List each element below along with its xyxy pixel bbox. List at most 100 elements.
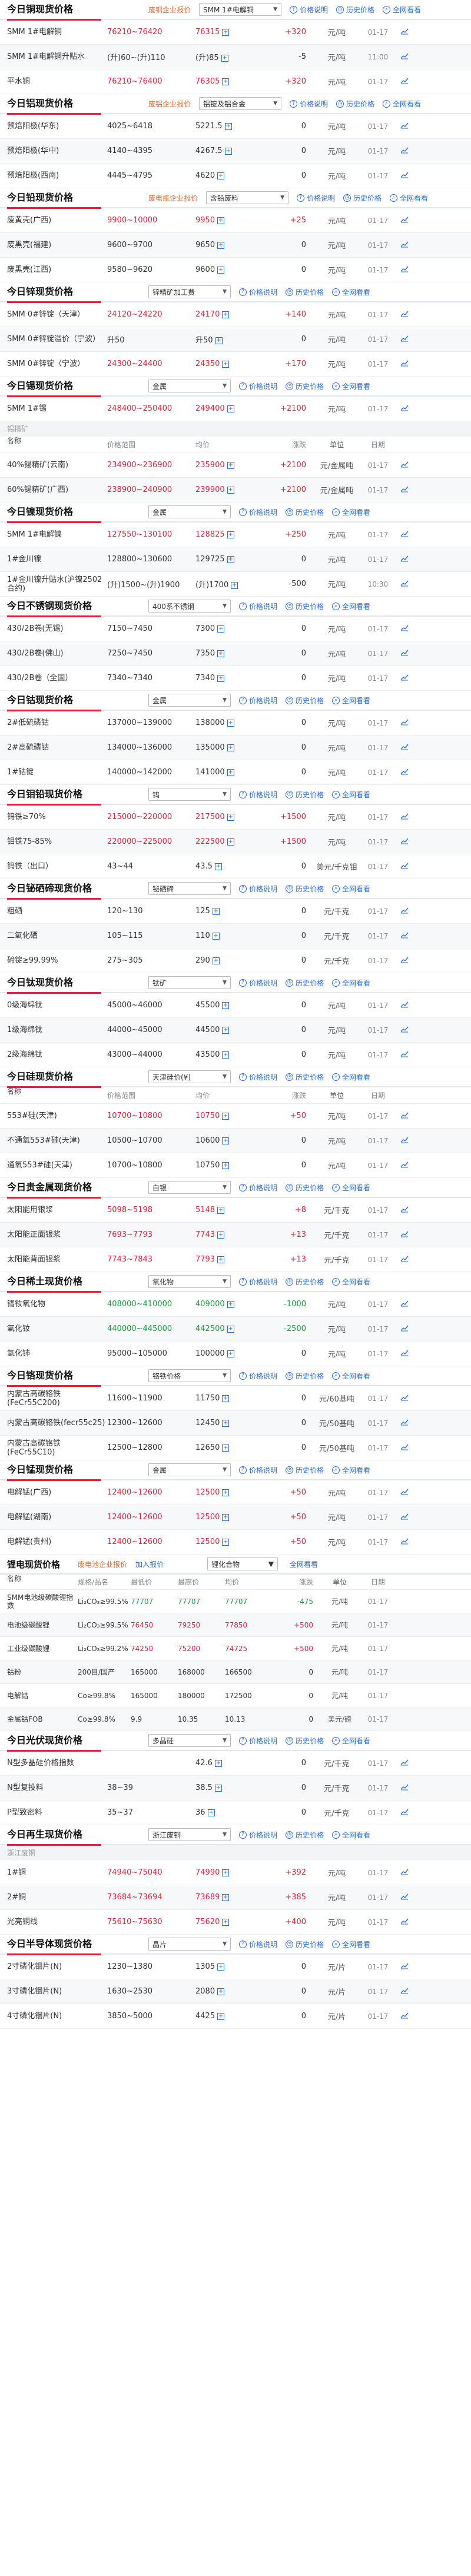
- subscribe-link[interactable]: ⌕ 全网看看: [332, 1939, 370, 1949]
- history-link[interactable]: ◷ 历史价格: [286, 1183, 324, 1193]
- add-watch-icon[interactable]: +: [217, 217, 225, 224]
- product-name[interactable]: 电池级碳酸锂: [7, 1621, 78, 1629]
- subscribe-link[interactable]: ⌕ 全网看看: [332, 790, 370, 800]
- price-note-link[interactable]: ? 价格说明: [239, 1183, 277, 1193]
- trend-chart-cell[interactable]: [396, 1255, 413, 1264]
- price-note-link[interactable]: ? 价格说明: [239, 601, 277, 611]
- product-name[interactable]: 通氧553#硅(天津): [7, 1161, 107, 1170]
- product-name[interactable]: 2#低硫磷钴: [7, 718, 107, 727]
- add-watch-icon[interactable]: +: [222, 78, 230, 85]
- category-select[interactable]: 金属 ▼: [148, 1463, 231, 1476]
- chart-icon[interactable]: [400, 580, 409, 587]
- product-name[interactable]: 钨铁≥70%: [7, 813, 107, 821]
- product-name[interactable]: 40%锡精矿(云南): [7, 461, 107, 470]
- trend-chart-cell[interactable]: [396, 360, 413, 369]
- trend-chart-cell[interactable]: [396, 1513, 413, 1522]
- subscribe-link[interactable]: ⌕ 全网看看: [332, 1072, 370, 1082]
- price-note-link[interactable]: ? 价格说明: [239, 1736, 277, 1746]
- product-name[interactable]: SMM 1#电解铜: [7, 28, 107, 36]
- chart-icon[interactable]: [400, 1537, 409, 1545]
- add-watch-icon[interactable]: +: [224, 147, 232, 155]
- product-name[interactable]: 4寸磷化铟片(N): [7, 2012, 107, 2021]
- chart-icon[interactable]: [400, 931, 409, 938]
- product-name[interactable]: 金属钴FOB: [7, 1715, 78, 1723]
- trend-chart-cell[interactable]: [396, 77, 413, 86]
- product-name[interactable]: 430/2B卷(佛山): [7, 649, 107, 658]
- add-watch-icon[interactable]: +: [217, 1206, 225, 1214]
- trend-chart-cell[interactable]: [396, 265, 413, 275]
- chart-icon[interactable]: [400, 1206, 409, 1213]
- history-link[interactable]: ◷ 历史价格: [286, 1465, 324, 1475]
- product-name[interactable]: 粗硒: [7, 907, 107, 916]
- history-link[interactable]: ◷ 历史价格: [286, 287, 324, 297]
- chart-icon[interactable]: [400, 1324, 409, 1332]
- add-watch-icon[interactable]: +: [217, 1963, 225, 1971]
- trend-chart-cell[interactable]: [396, 1893, 413, 1902]
- chart-icon[interactable]: [400, 28, 409, 35]
- chart-icon[interactable]: [400, 907, 409, 914]
- product-name[interactable]: N型复投料: [7, 1783, 107, 1792]
- add-watch-icon[interactable]: +: [217, 1988, 225, 1995]
- product-name[interactable]: 1#钴锭: [7, 768, 107, 777]
- trend-chart-cell[interactable]: [396, 813, 413, 822]
- history-link[interactable]: ◷ 历史价格: [286, 1736, 324, 1746]
- price-note-link[interactable]: ? 价格说明: [239, 287, 277, 297]
- chart-icon[interactable]: [400, 171, 409, 178]
- chart-icon[interactable]: [400, 241, 409, 248]
- add-watch-icon[interactable]: +: [227, 813, 234, 821]
- chart-icon[interactable]: [400, 1161, 409, 1168]
- price-note-link[interactable]: ? 价格说明: [239, 507, 277, 517]
- category-select[interactable]: 铬铁价格 ▼: [148, 1369, 231, 1382]
- product-name[interactable]: 太阳能背面银浆: [7, 1255, 107, 1264]
- trend-chart-cell[interactable]: [396, 1808, 413, 1818]
- subscribe-link[interactable]: ⌕ 全网看看: [332, 1183, 370, 1193]
- trend-chart-cell[interactable]: [396, 28, 413, 37]
- battery-quote-link[interactable]: 废电池企业报价: [78, 1559, 127, 1569]
- chart-icon[interactable]: [400, 2012, 409, 2019]
- chart-icon[interactable]: [400, 1868, 409, 1875]
- trend-chart-cell[interactable]: [396, 674, 413, 683]
- chart-icon[interactable]: [400, 743, 409, 750]
- company-quote-link[interactable]: 废电瓶企业报价: [148, 193, 198, 203]
- trend-chart-cell[interactable]: [396, 837, 413, 847]
- add-watch-icon[interactable]: +: [217, 650, 225, 657]
- subscribe-link[interactable]: ⌕ 全网看看: [383, 99, 421, 109]
- lithium-search-link[interactable]: 全网看看: [290, 1559, 318, 1569]
- add-watch-icon[interactable]: +: [212, 907, 220, 915]
- add-watch-icon[interactable]: +: [217, 266, 225, 274]
- chart-icon[interactable]: [400, 1759, 409, 1766]
- trend-chart-cell[interactable]: [396, 1918, 413, 1927]
- history-link[interactable]: ◷ 历史价格: [336, 5, 374, 15]
- history-link[interactable]: ◷ 历史价格: [286, 381, 324, 391]
- add-watch-icon[interactable]: +: [222, 1513, 230, 1521]
- category-select[interactable]: 400系不锈钢 ▼: [148, 600, 231, 613]
- chart-icon[interactable]: [400, 77, 409, 84]
- trend-chart-cell[interactable]: [396, 461, 413, 470]
- price-note-link[interactable]: ? 价格说明: [239, 1830, 277, 1840]
- history-link[interactable]: ◷ 历史价格: [286, 1277, 324, 1287]
- category-select[interactable]: 浙江废铜 ▼: [148, 1828, 231, 1841]
- product-name[interactable]: 预焙阳极(华中): [7, 147, 107, 155]
- product-name[interactable]: 太阳能正面银浆: [7, 1230, 107, 1239]
- trend-chart-cell[interactable]: [396, 1001, 413, 1010]
- trend-chart-cell[interactable]: [396, 310, 413, 319]
- category-select[interactable]: 锌精矿加工费 ▼: [148, 285, 231, 298]
- subscribe-link[interactable]: ⌕ 全网看看: [390, 193, 428, 203]
- chart-icon[interactable]: [400, 1001, 409, 1008]
- trend-chart-cell[interactable]: [396, 1161, 413, 1170]
- product-name[interactable]: 光亮铜线: [7, 1918, 107, 1926]
- chart-icon[interactable]: [400, 265, 409, 272]
- category-select[interactable]: 晶片 ▼: [148, 1938, 231, 1951]
- product-name[interactable]: 电解锰(广西): [7, 1488, 107, 1497]
- trend-chart-cell[interactable]: [396, 862, 413, 871]
- add-watch-icon[interactable]: +: [222, 1394, 230, 1402]
- trend-chart-cell[interactable]: [396, 956, 413, 966]
- subscribe-link[interactable]: ⌕ 全网看看: [332, 1830, 370, 1840]
- chart-icon[interactable]: [400, 530, 409, 537]
- trend-chart-cell[interactable]: [396, 1300, 413, 1309]
- price-note-link[interactable]: ? 价格说明: [297, 193, 335, 203]
- product-name[interactable]: 2级海绵钛: [7, 1050, 107, 1059]
- product-name[interactable]: 0级海绵钛: [7, 1001, 107, 1010]
- trend-chart-cell[interactable]: [396, 241, 413, 250]
- chart-icon[interactable]: [400, 1349, 409, 1356]
